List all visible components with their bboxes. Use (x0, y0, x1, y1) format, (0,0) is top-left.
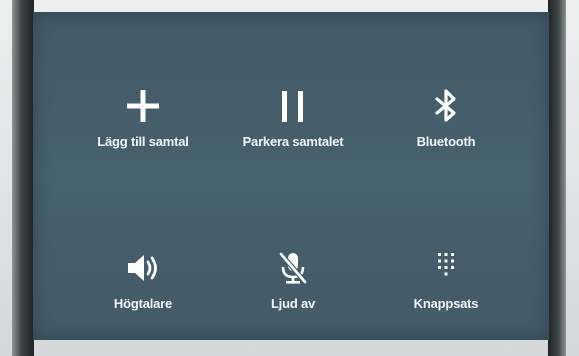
in-call-controls-panel: Lägg till samtal Parkera samtalet Blueto… (33, 12, 549, 340)
device-bezel-left (12, 0, 34, 356)
speaker-label: Högtalare (113, 296, 173, 311)
hold-call-button[interactable]: Parkera samtalet (213, 82, 373, 172)
add-call-button[interactable]: Lägg till samtal (63, 82, 223, 172)
dialpad-icon (422, 244, 470, 292)
device-screen-frame: Lägg till samtal Parkera samtalet Blueto… (0, 0, 579, 356)
speaker-button[interactable]: Högtalare (63, 244, 223, 334)
speaker-icon (119, 244, 167, 292)
microphone-off-icon (269, 244, 317, 292)
plus-icon (119, 82, 167, 130)
bluetooth-label: Bluetooth (416, 134, 476, 149)
keypad-label: Knappsats (413, 296, 479, 311)
mute-label: Ljud av (270, 296, 316, 311)
bluetooth-icon (422, 82, 470, 130)
pause-icon (269, 82, 317, 130)
mute-button[interactable]: Ljud av (213, 244, 373, 334)
add-call-label: Lägg till samtal (97, 134, 189, 149)
bluetooth-button[interactable]: Bluetooth (366, 82, 526, 172)
hold-call-label: Parkera samtalet (242, 134, 344, 149)
device-bezel-right (548, 0, 566, 356)
keypad-button[interactable]: Knappsats (366, 244, 526, 334)
